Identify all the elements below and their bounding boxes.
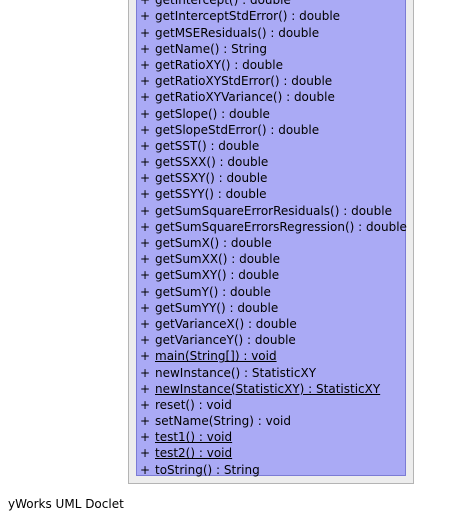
method-row: + getIntercept() : double xyxy=(140,0,407,8)
method-signature: getSSYY() : double xyxy=(155,187,267,202)
method-row: + getSSYY() : double xyxy=(140,186,407,202)
visibility-marker: + xyxy=(140,171,151,186)
method-signature: getSlope() : double xyxy=(155,106,270,121)
method-signature: getRatioXYStdError() : double xyxy=(155,74,333,89)
visibility-marker: + xyxy=(140,25,151,40)
method-row: + newInstance() : StatisticXY xyxy=(140,365,407,381)
method-signature: getSSXX() : double xyxy=(155,155,269,170)
visibility-marker: + xyxy=(140,219,151,234)
static-method-signature: main(String[]) : void xyxy=(155,349,277,364)
method-row: + getRatioXY() : double xyxy=(140,57,407,73)
method-signature: setName(String) : void xyxy=(155,414,291,429)
visibility-marker: + xyxy=(140,106,151,121)
visibility-marker: + xyxy=(140,155,151,170)
method-signature: getMSEResiduals() : double xyxy=(155,25,320,40)
method-row: + getSumXY() : double xyxy=(140,267,407,283)
visibility-marker: + xyxy=(140,74,151,89)
visibility-marker: + xyxy=(140,284,151,299)
method-signature: getSumYY() : double xyxy=(155,300,279,315)
method-row: + getSSXX() : double xyxy=(140,154,407,170)
method-signature: getSumX() : double xyxy=(155,236,272,251)
static-method-signature: test2() : void xyxy=(155,446,233,461)
method-row: + getSumY() : double xyxy=(140,284,407,300)
footer-label: yWorks UML Doclet xyxy=(8,497,124,511)
method-signature: getVarianceY() : double xyxy=(155,333,296,348)
method-row: + setName(String) : void xyxy=(140,413,407,429)
static-method-signature: newInstance(StatisticXY) : StatisticXY xyxy=(155,381,381,396)
method-row: + toString() : String xyxy=(140,462,407,478)
visibility-marker: + xyxy=(140,203,151,218)
method-signature: getName() : String xyxy=(155,41,267,56)
visibility-marker: + xyxy=(140,138,151,153)
method-signature: getRatioXYVariance() : double xyxy=(155,90,335,105)
method-row: + getRatioXYVariance() : double xyxy=(140,89,407,105)
visibility-marker: + xyxy=(140,9,151,24)
method-signature: getSumSquareErrorResiduals() : double xyxy=(155,203,392,218)
method-signature: newInstance() : StatisticXY xyxy=(155,365,317,380)
method-signature: getIntercept() : double xyxy=(155,0,291,8)
method-row: + getRatioXYStdError() : double xyxy=(140,73,407,89)
visibility-marker: + xyxy=(140,236,151,251)
visibility-marker: + xyxy=(140,252,151,267)
method-signature: getSumXX() : double xyxy=(155,252,280,267)
visibility-marker: + xyxy=(140,0,151,8)
method-row: + getSumSquareErrorsRegression() : double xyxy=(140,219,407,235)
method-row: + getSlopeStdError() : double xyxy=(140,122,407,138)
method-signature: getSumY() : double xyxy=(155,284,271,299)
method-row: + getMSEResiduals() : double xyxy=(140,25,407,41)
visibility-marker: + xyxy=(140,41,151,56)
method-row: + getSST() : double xyxy=(140,138,407,154)
method-list: + getIntercept() : double + getInterceptStd… xyxy=(140,0,407,478)
visibility-marker: + xyxy=(140,90,151,105)
method-row: + getInterceptStdError() : double xyxy=(140,8,407,24)
method-row: + getSumX() : double xyxy=(140,235,407,251)
method-signature: getSSXY() : double xyxy=(155,171,268,186)
visibility-marker: + xyxy=(140,349,151,364)
method-signature: toString() : String xyxy=(155,462,260,477)
method-row: + test2() : void xyxy=(140,445,407,461)
visibility-marker: + xyxy=(140,57,151,72)
method-row: + reset() : void xyxy=(140,397,407,413)
visibility-marker: + xyxy=(140,122,151,137)
method-signature: getSumSquareErrorsRegression() : double xyxy=(155,219,407,234)
visibility-marker: + xyxy=(140,300,151,315)
visibility-marker: + xyxy=(140,430,151,445)
method-row: + getSumXX() : double xyxy=(140,251,407,267)
method-row: + getSSXY() : double xyxy=(140,170,407,186)
method-row: + getSlope() : double xyxy=(140,106,407,122)
method-signature: reset() : void xyxy=(155,397,232,412)
visibility-marker: + xyxy=(140,414,151,429)
visibility-marker: + xyxy=(140,462,151,477)
visibility-marker: + xyxy=(140,333,151,348)
method-row: + main(String[]) : void xyxy=(140,348,407,364)
visibility-marker: + xyxy=(140,381,151,396)
method-row: + getSumSquareErrorResiduals() : double xyxy=(140,203,407,219)
method-signature: getInterceptStdError() : double xyxy=(155,9,341,24)
method-signature: getSST() : double xyxy=(155,138,260,153)
visibility-marker: + xyxy=(140,268,151,283)
visibility-marker: + xyxy=(140,446,151,461)
static-method-signature: test1() : void xyxy=(155,430,233,445)
visibility-marker: + xyxy=(140,316,151,331)
visibility-marker: + xyxy=(140,187,151,202)
method-signature: getRatioXY() : double xyxy=(155,57,283,72)
method-row: + getVarianceX() : double xyxy=(140,316,407,332)
method-row: + test1() : void xyxy=(140,429,407,445)
visibility-marker: + xyxy=(140,397,151,412)
method-signature: getSlopeStdError() : double xyxy=(155,122,320,137)
method-row: + getVarianceY() : double xyxy=(140,332,407,348)
method-signature: getVarianceX() : double xyxy=(155,316,297,331)
visibility-marker: + xyxy=(140,365,151,380)
method-row: + newInstance(StatisticXY) : StatisticXY xyxy=(140,381,407,397)
method-signature: getSumXY() : double xyxy=(155,268,280,283)
method-row: + getName() : String xyxy=(140,41,407,57)
method-row: + getSumYY() : double xyxy=(140,300,407,316)
